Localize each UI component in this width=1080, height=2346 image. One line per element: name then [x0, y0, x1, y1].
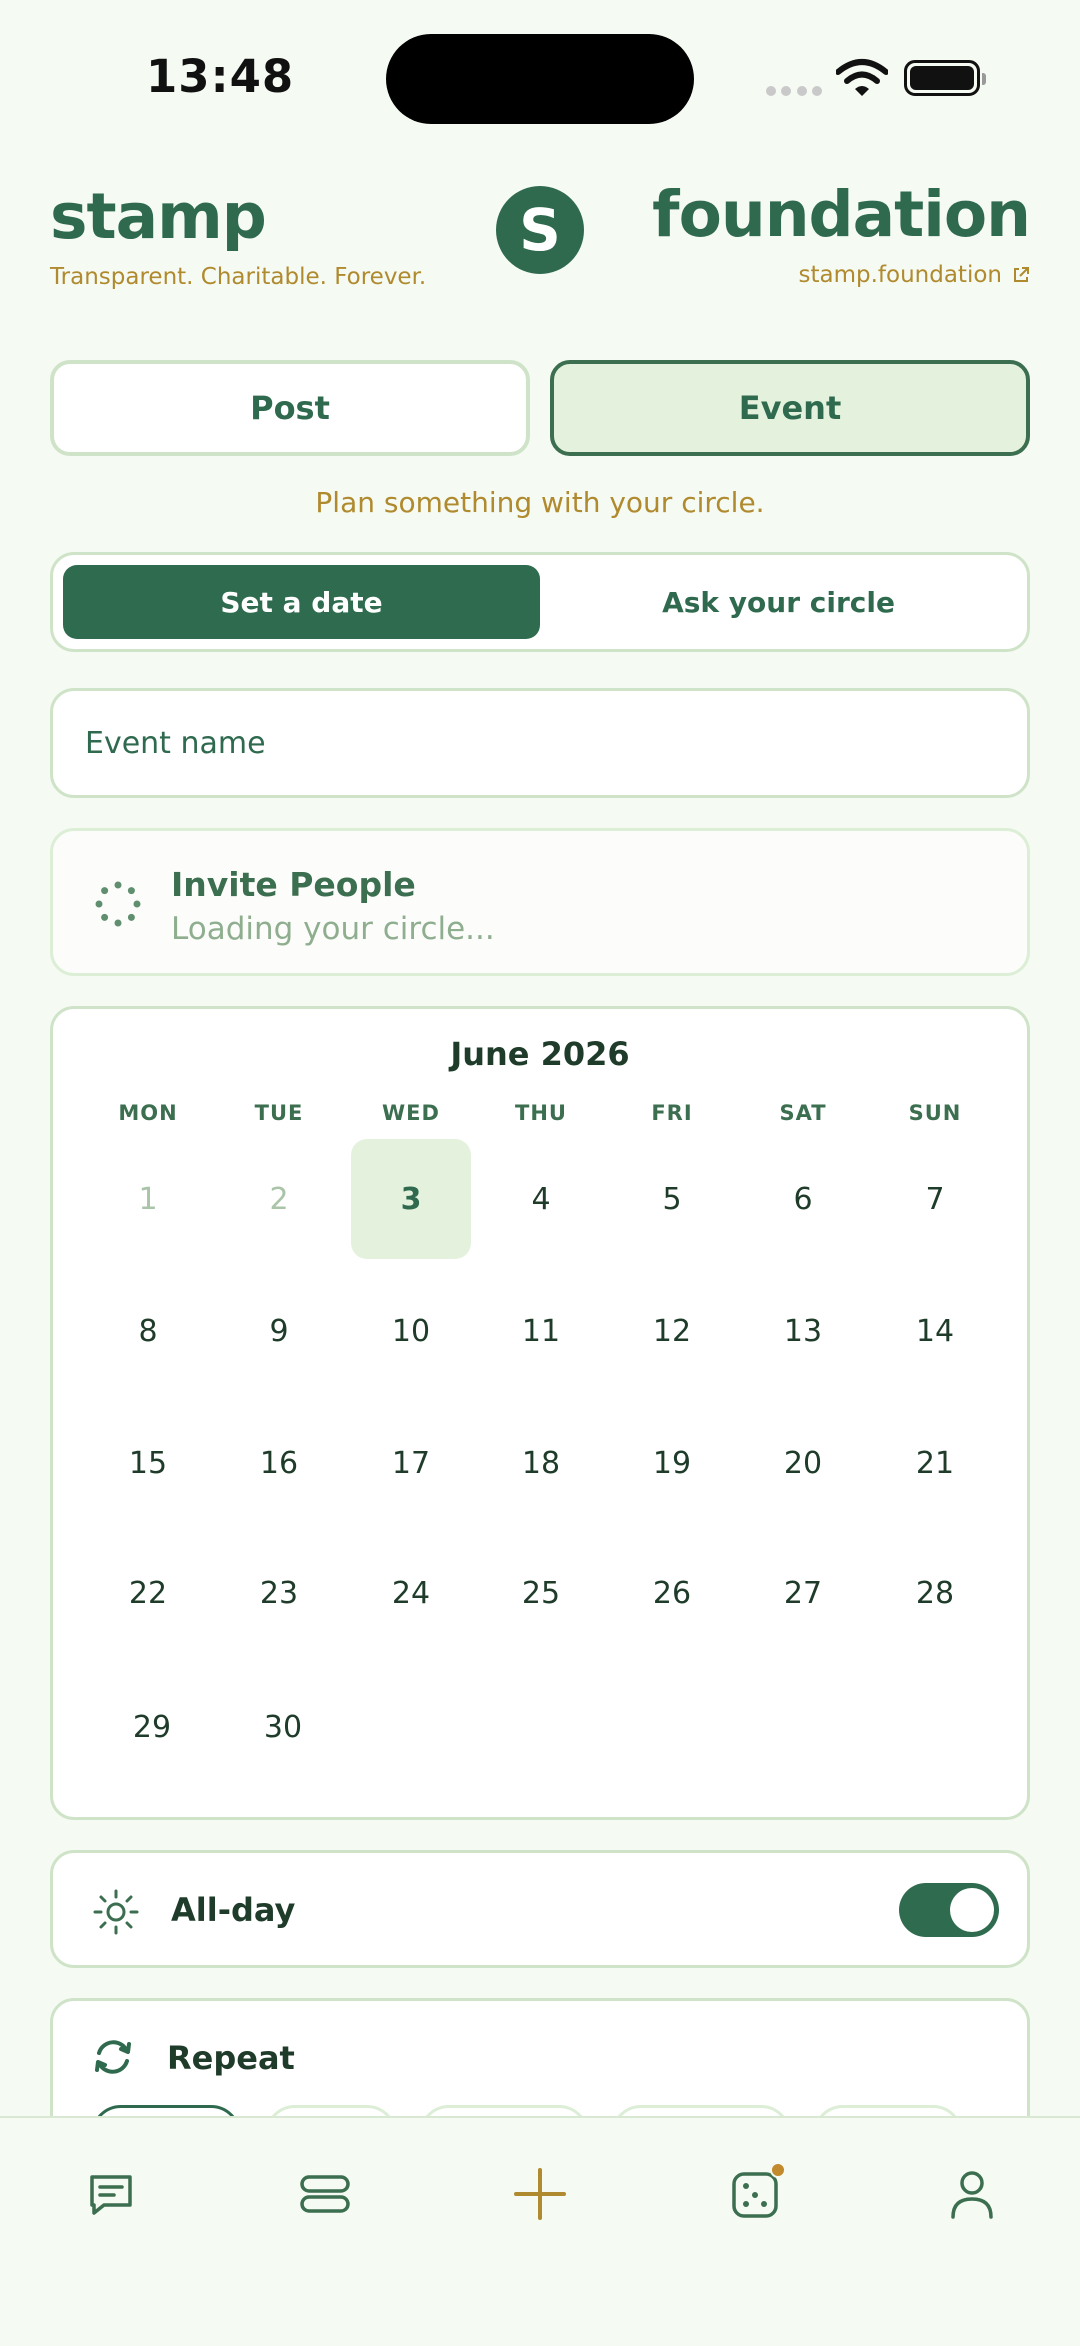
- plus-icon: [514, 2168, 566, 2220]
- battery-icon: [904, 60, 986, 96]
- calendar-day[interactable]: 12: [612, 1271, 732, 1391]
- invite-people-card[interactable]: Invite People Loading your circle...: [50, 828, 1030, 976]
- repeat-icon: [95, 2040, 131, 2074]
- weekday-label: THU: [515, 1101, 567, 1125]
- subtitle: Plan something with your circle.: [315, 486, 765, 519]
- event-tab-button[interactable]: Event: [550, 360, 1030, 456]
- external-link-icon: [1014, 267, 1029, 282]
- calendar-day[interactable]: 14: [875, 1271, 995, 1391]
- brand-tagline: Transparent. Charitable. Forever.: [50, 264, 427, 290]
- calendar-day[interactable]: 22: [88, 1533, 208, 1653]
- calendar-day[interactable]: 17: [351, 1403, 471, 1523]
- mode-segmented-control: Set a date Ask your circle: [50, 552, 1030, 652]
- feed-icon: [300, 2175, 350, 2213]
- profile-icon: [951, 2171, 993, 2219]
- calendar-day[interactable]: 5: [612, 1139, 732, 1259]
- cellular-signal-icon: [766, 86, 822, 96]
- event-name-input[interactable]: Event name: [50, 688, 1030, 798]
- dynamic-island: [386, 34, 694, 124]
- calendar-day[interactable]: 29: [92, 1667, 212, 1787]
- bottom-nav: [0, 2116, 1080, 2346]
- nav-profile-button[interactable]: [940, 2162, 1004, 2226]
- post-tab-button[interactable]: Post: [50, 360, 530, 456]
- wifi-icon: [836, 59, 888, 96]
- calendar-day[interactable]: 26: [612, 1533, 732, 1653]
- calendar-day[interactable]: 23: [219, 1533, 339, 1653]
- brand-name-left: stamp: [50, 180, 267, 253]
- all-day-row: All-day: [50, 1850, 1030, 1968]
- invite-status: Loading your circle...: [171, 911, 495, 947]
- sun-icon: [93, 1889, 139, 1935]
- calendar-day[interactable]: 8: [88, 1271, 208, 1391]
- calendar-month-label: June 2026: [450, 1035, 630, 1073]
- calendar-day[interactable]: 1: [88, 1139, 208, 1259]
- calendar-day[interactable]: 27: [743, 1533, 863, 1653]
- calendar-day[interactable]: 6: [743, 1139, 863, 1259]
- weekday-label: SAT: [779, 1101, 827, 1125]
- weekday-label: WED: [382, 1101, 440, 1125]
- brand-name-right: foundation: [652, 178, 1031, 251]
- loading-spinner-icon: [95, 881, 141, 927]
- calendar-day[interactable]: 19: [612, 1403, 732, 1523]
- calendar-day[interactable]: 18: [481, 1403, 601, 1523]
- status-time: 13:48: [146, 50, 295, 103]
- brand-link-label: stamp.foundation: [798, 262, 1003, 288]
- logo: S: [496, 186, 584, 274]
- calendar-day[interactable]: 16: [219, 1403, 339, 1523]
- repeat-label: Repeat: [167, 2039, 295, 2077]
- notification-badge: [770, 2162, 786, 2178]
- calendar-day[interactable]: 11: [481, 1271, 601, 1391]
- chat-icon: [90, 2175, 132, 2215]
- all-day-label: All-day: [171, 1891, 296, 1929]
- calendar-day[interactable]: 15: [88, 1403, 208, 1523]
- weekday-label: SUN: [908, 1101, 962, 1125]
- calendar-day[interactable]: 21: [875, 1403, 995, 1523]
- invite-title: Invite People: [171, 865, 416, 904]
- calendar-day[interactable]: 10: [351, 1271, 471, 1391]
- nav-feed-button[interactable]: [293, 2162, 357, 2226]
- calendar-day[interactable]: 28: [875, 1533, 995, 1653]
- all-day-toggle[interactable]: [899, 1883, 999, 1937]
- brand-link[interactable]: stamp.foundation: [799, 262, 1031, 288]
- calendar-day-selected[interactable]: 3: [351, 1139, 471, 1259]
- calendar-day[interactable]: 4: [481, 1139, 601, 1259]
- toggle-knob: [950, 1888, 994, 1932]
- weekday-label: FRI: [651, 1101, 693, 1125]
- calendar-day[interactable]: 7: [875, 1139, 995, 1259]
- calendar-day[interactable]: 2: [219, 1139, 339, 1259]
- nav-chat-button[interactable]: [79, 2162, 143, 2226]
- calendar-day[interactable]: 24: [351, 1533, 471, 1653]
- set-date-button[interactable]: Set a date: [63, 565, 540, 639]
- calendar-day[interactable]: 20: [743, 1403, 863, 1523]
- calendar-day[interactable]: 13: [743, 1271, 863, 1391]
- nav-games-button[interactable]: [724, 2162, 788, 2226]
- calendar-day[interactable]: 25: [481, 1533, 601, 1653]
- weekday-label: TUE: [254, 1101, 304, 1125]
- calendar-day[interactable]: 30: [223, 1667, 343, 1787]
- calendar: June 2026 MON TUE WED THU FRI SAT SUN 12345678…: [50, 1006, 1030, 1820]
- ask-circle-button[interactable]: Ask your circle: [540, 565, 1017, 639]
- calendar-day[interactable]: 9: [219, 1271, 339, 1391]
- weekday-label: MON: [118, 1101, 178, 1125]
- nav-create-button[interactable]: [508, 2162, 572, 2226]
